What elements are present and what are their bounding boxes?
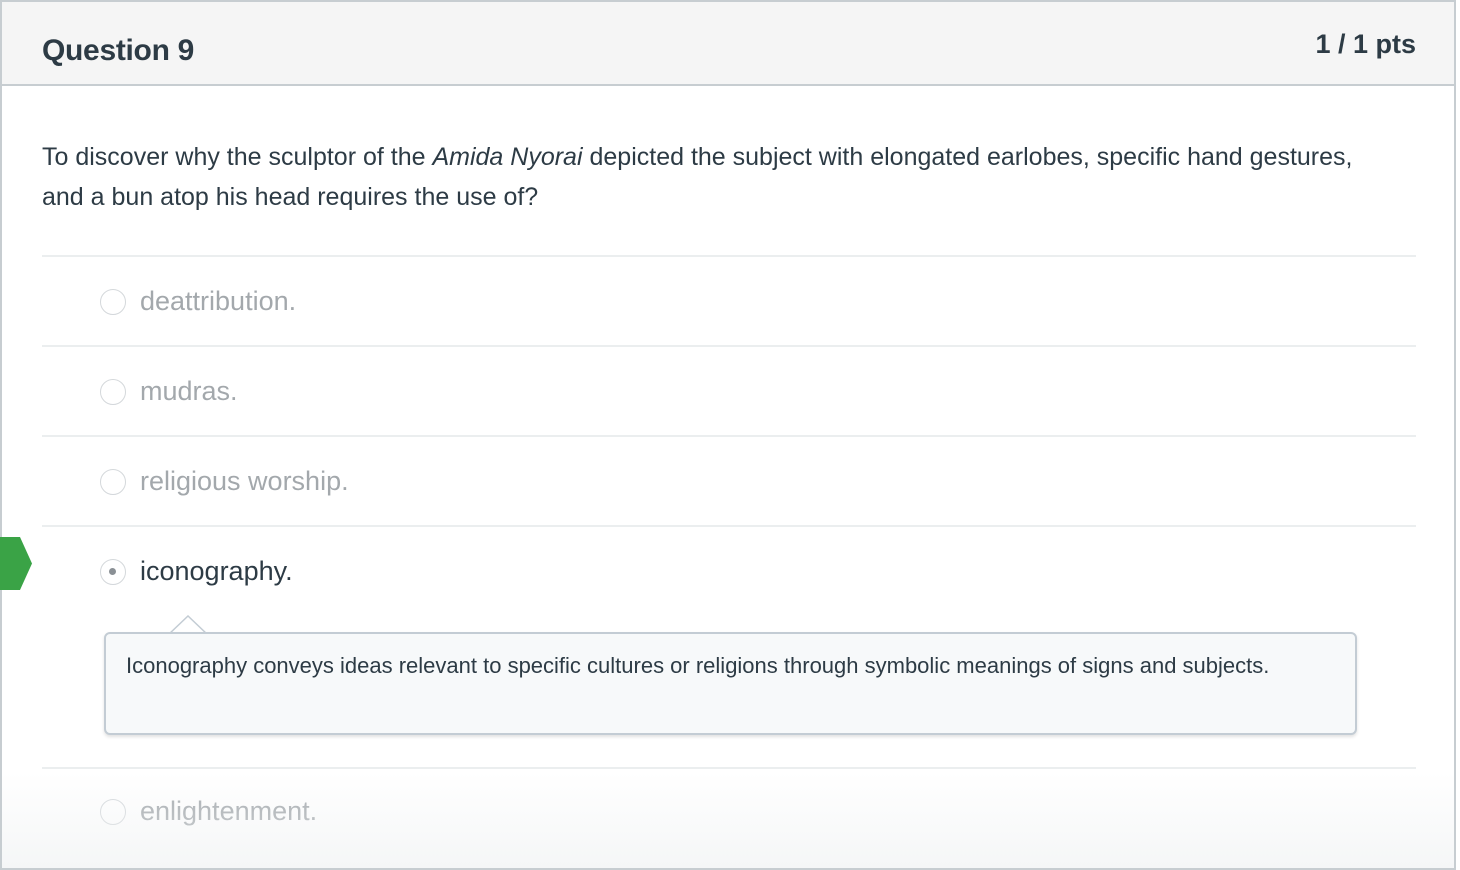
radio-button-icon[interactable] xyxy=(100,379,126,405)
question-title: Question 9 xyxy=(42,34,195,67)
answer-option-enlightenment[interactable]: enlightenment. xyxy=(42,767,1416,868)
question-card: Question 9 1 / 1 pts To discover why the… xyxy=(0,0,1456,870)
correct-answer-arrow-icon xyxy=(0,537,32,590)
answer-feedback-box: Iconography conveys ideas relevant to sp… xyxy=(104,632,1357,735)
answer-feedback-text: Iconography conveys ideas relevant to sp… xyxy=(126,653,1270,678)
question-text: To discover why the sculptor of the Amid… xyxy=(42,137,1382,217)
answer-option-mudras[interactable]: mudras. xyxy=(42,345,1416,437)
radio-button-icon[interactable] xyxy=(100,469,126,495)
answer-label: mudras. xyxy=(140,376,238,406)
question-points: 1 / 1 pts xyxy=(1315,29,1416,59)
radio-button-icon[interactable] xyxy=(100,289,126,315)
answer-label: iconography. xyxy=(140,556,293,586)
answer-option-religious-worship[interactable]: religious worship. xyxy=(42,435,1416,527)
radio-button-selected-icon[interactable] xyxy=(100,559,126,585)
question-text-artwork-title: Amida Nyorai xyxy=(432,143,583,171)
answer-label: enlightenment. xyxy=(140,796,318,826)
radio-button-icon[interactable] xyxy=(100,799,126,825)
answer-label: deattribution. xyxy=(140,286,297,316)
answer-label: religious worship. xyxy=(140,466,349,496)
question-header: Question 9 1 / 1 pts xyxy=(2,2,1454,86)
question-text-start: To discover why the sculptor of the xyxy=(42,143,433,171)
answer-option-deattribution[interactable]: deattribution. xyxy=(42,255,1416,347)
